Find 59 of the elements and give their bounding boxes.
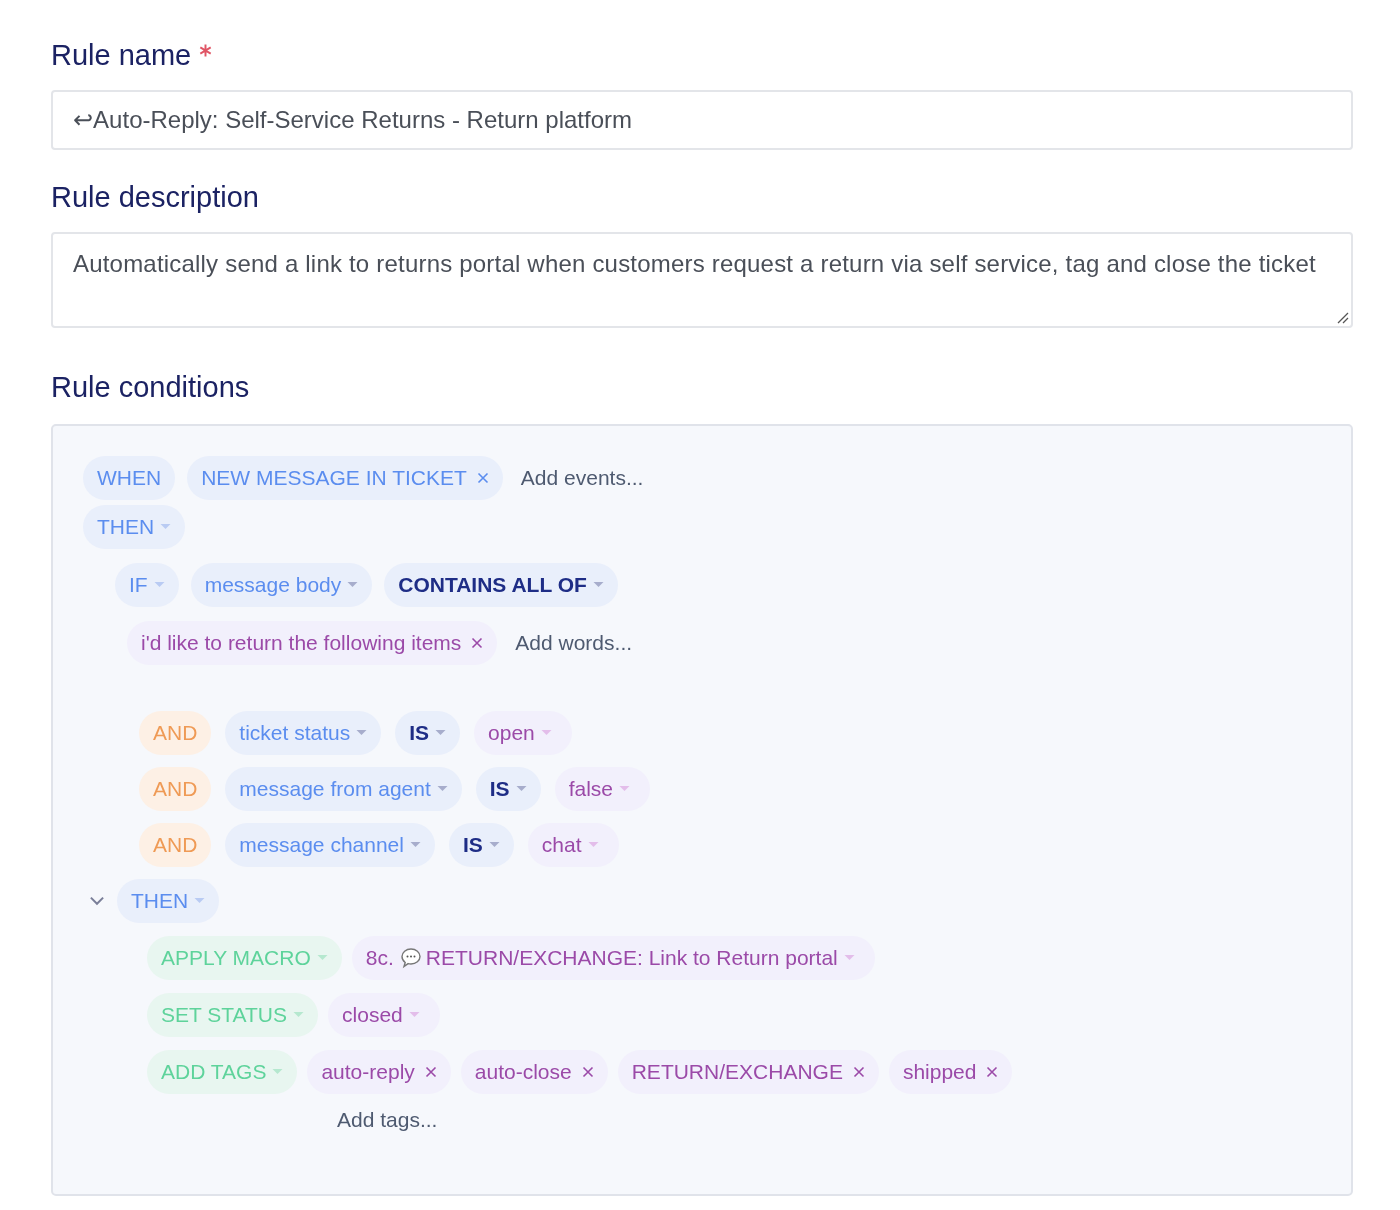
chevron-icon[interactable] xyxy=(89,896,105,906)
caret-icon xyxy=(272,1069,284,1075)
value-dropdown[interactable]: open xyxy=(474,711,572,755)
caret-icon xyxy=(843,955,855,961)
caret-icon xyxy=(316,955,328,961)
add-events-field[interactable]: Add events... xyxy=(514,466,644,490)
caret-icon xyxy=(409,842,421,848)
caret-icon xyxy=(515,786,527,792)
caret-icon xyxy=(194,898,206,904)
remove-icon[interactable] xyxy=(471,637,484,649)
tag-chip: shipped xyxy=(888,1050,1013,1094)
field-dropdown[interactable]: message channel xyxy=(225,823,435,867)
rule-name-label: Rule name xyxy=(51,38,192,73)
value-dropdown[interactable]: chat xyxy=(527,823,619,867)
rule-conditions-label: Rule conditions xyxy=(51,370,250,405)
field-dropdown[interactable]: message from agent xyxy=(225,767,462,811)
caret-icon xyxy=(347,582,359,588)
speech-bubble-icon xyxy=(399,947,422,969)
tag-chip: RETURN/EXCHANGE xyxy=(617,1050,879,1094)
caret-icon xyxy=(436,786,448,792)
value-dropdown[interactable]: false xyxy=(554,767,650,811)
caret-icon xyxy=(488,842,500,848)
tag-chip: auto-close xyxy=(460,1050,608,1094)
caret-icon xyxy=(587,842,599,848)
field-dropdown[interactable]: ticket status xyxy=(225,711,382,755)
caret-icon xyxy=(356,730,368,736)
rule-description-field[interactable]: Automatically send a link to returns portal when customers request a return via self service, tag and close the ticket xyxy=(51,232,1353,328)
then-keyword-dropdown[interactable]: THEN xyxy=(83,505,186,549)
when-keyword-chip[interactable]: WHEN xyxy=(83,456,176,500)
caret-icon xyxy=(293,1012,305,1018)
caret-icon xyxy=(592,582,604,588)
remove-icon[interactable] xyxy=(986,1066,999,1078)
resize-handle-icon[interactable] xyxy=(1335,310,1349,324)
remove-icon[interactable] xyxy=(424,1066,437,1078)
tag-chip: auto-reply xyxy=(307,1050,451,1094)
caret-icon xyxy=(435,730,447,736)
remove-icon[interactable] xyxy=(852,1066,865,1078)
event-chip: NEW MESSAGE IN TICKET xyxy=(187,456,503,500)
caret-icon xyxy=(160,524,172,530)
operator-dropdown[interactable]: IS xyxy=(475,767,541,811)
rule-name-field[interactable]: ↩Auto-Reply: Self-Service Returns - Return platform xyxy=(51,90,1353,150)
then-keyword-dropdown[interactable]: THEN xyxy=(117,879,220,923)
operator-dropdown[interactable]: CONTAINS ALL OF xyxy=(384,563,618,607)
operator-dropdown[interactable]: IS xyxy=(395,711,461,755)
macro-dropdown[interactable]: 8c. RETURN/EXCHANGE: Link to Return portal xyxy=(351,936,875,980)
caret-icon xyxy=(619,786,630,792)
if-keyword-dropdown[interactable]: IF xyxy=(115,563,179,607)
caret-icon xyxy=(408,1012,420,1018)
remove-icon[interactable] xyxy=(581,1066,594,1078)
status-dropdown[interactable]: closed xyxy=(328,993,440,1037)
operator-dropdown[interactable]: IS xyxy=(448,823,514,867)
caret-icon xyxy=(540,730,552,736)
field-dropdown[interactable]: message body xyxy=(190,563,373,607)
add-words-field[interactable]: Add words... xyxy=(509,631,633,655)
word-chip: i'd like to return the following items xyxy=(127,621,498,665)
add-tags-field[interactable]: Add tags... xyxy=(331,1108,438,1132)
rule-description-label: Rule description xyxy=(51,180,259,215)
caret-icon xyxy=(153,582,165,588)
remove-icon[interactable] xyxy=(476,472,489,484)
